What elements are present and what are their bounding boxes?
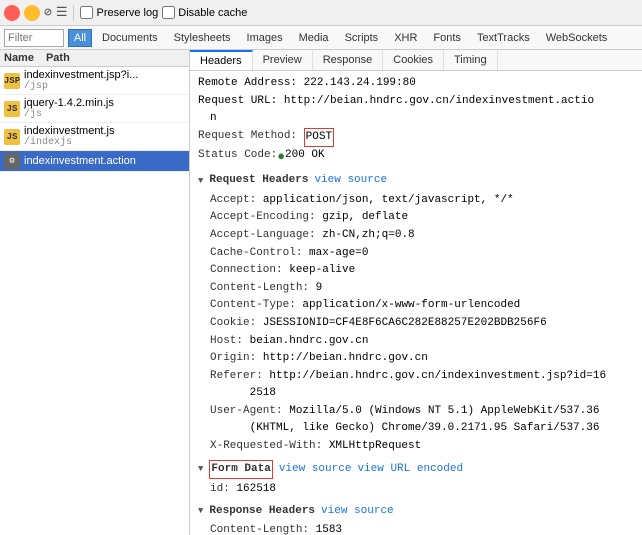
header-accept-encoding: Accept-Encoding: gzip, deflate <box>210 209 634 227</box>
tab-response[interactable]: Response <box>313 50 384 70</box>
tab-texttracks[interactable]: TextTracks <box>471 30 536 46</box>
remote-address: Remote Address: 222.143.24.199:80 <box>198 75 416 93</box>
file-list: Name Path JSP indexinvestment.jsp?i... /… <box>0 50 190 535</box>
header-cache-control: Cache-Control: max-age=0 <box>210 245 634 263</box>
response-headers-triangle: ▼ <box>198 504 203 518</box>
file-item-1[interactable]: JSP indexinvestment.jsp?i... /jsp <box>0 67 189 95</box>
preserve-log-checkbox[interactable]: Preserve log <box>80 6 158 19</box>
form-data-label: Form Data <box>211 463 270 475</box>
request-headers-content: Accept: application/json, text/javascrip… <box>198 192 634 456</box>
js-icon-2: JS <box>4 129 20 145</box>
header-connection: Connection: keep-alive <box>210 262 634 280</box>
tab-websockets[interactable]: WebSockets <box>540 30 614 46</box>
file-path-1: /jsp <box>24 81 138 92</box>
status-dot: ● <box>277 147 285 168</box>
request-url-cont: n <box>198 110 634 128</box>
separator <box>73 5 74 21</box>
file-item-3[interactable]: JS indexinvestment.js /indexjs <box>0 123 189 151</box>
tab-images[interactable]: Images <box>241 30 289 46</box>
detail-panel: Headers Preview Response Cookies Timing … <box>190 50 642 535</box>
header-x-requested-with: X-Requested-With: XMLHttpRequest <box>210 438 634 456</box>
request-method-value: POST <box>304 128 334 148</box>
action-icon: ⚙ <box>4 153 20 169</box>
tab-cookies[interactable]: Cookies <box>383 50 444 70</box>
header-referer: Referer: http://beian.hndrc.gov.cn/index… <box>210 368 634 403</box>
request-method-label: Request Method: <box>198 128 297 148</box>
detail-content: Remote Address: 222.143.24.199:80 Reques… <box>190 71 642 535</box>
form-data-triangle: ▼ <box>198 462 203 476</box>
status-code-label: Status Code: <box>198 147 277 168</box>
triangle-icon: ▼ <box>198 174 203 188</box>
tab-media[interactable]: Media <box>293 30 335 46</box>
form-data-id-label: id: <box>210 483 230 495</box>
header-origin: Origin: http://beian.hndrc.gov.cn <box>210 350 634 368</box>
file-path-2: /js <box>24 109 114 120</box>
status-code-row: Status Code: ● 200 OK <box>198 147 634 168</box>
header-accept: Accept: application/json, text/javascrip… <box>210 192 634 210</box>
file-item-4[interactable]: ⚙ indexinvestment.action <box>0 151 189 172</box>
col-name: Name <box>0 50 38 66</box>
tab-xhr[interactable]: XHR <box>388 30 423 46</box>
header-content-length: Content-Length: 9 <box>210 280 634 298</box>
form-data-link2[interactable]: view URL encoded <box>357 461 463 479</box>
close-button[interactable] <box>4 5 20 21</box>
minimize-button[interactable] <box>24 5 40 21</box>
status-code-value: 200 OK <box>285 147 325 168</box>
tab-stylesheets[interactable]: Stylesheets <box>168 30 237 46</box>
file-item-2[interactable]: JS jquery-1.4.2.min.js /js <box>0 95 189 123</box>
response-headers-content: Content-Length: 1583 Date: Wed, 24 Dec 2… <box>198 522 634 535</box>
response-headers-section: ▼ Response Headers view source <box>198 503 634 521</box>
tab-timing[interactable]: Timing <box>444 50 498 70</box>
form-data-id-row: id: 162518 <box>210 481 634 499</box>
response-headers-title: Response Headers <box>209 503 315 521</box>
tab-documents[interactable]: Documents <box>96 30 164 46</box>
request-headers-section: ▼ Request Headers view source <box>198 172 634 190</box>
toolbar: ⊘ ☰ Preserve log Disable cache <box>0 0 642 26</box>
resp-header-content-length: Content-Length: 1583 <box>210 522 634 535</box>
form-data-content: id: 162518 <box>198 481 634 499</box>
tab-fonts[interactable]: Fonts <box>427 30 467 46</box>
header-accept-language: Accept-Language: zh-CN,zh;q=0.8 <box>210 227 634 245</box>
remote-address-row: Remote Address: 222.143.24.199:80 <box>198 75 634 93</box>
disable-cache-label: Disable cache <box>178 7 247 19</box>
filter-bar: All Documents Stylesheets Images Media S… <box>0 26 642 50</box>
form-data-title: Form Data <box>209 460 272 480</box>
preserve-log-label: Preserve log <box>96 7 158 19</box>
main-area: Name Path JSP indexinvestment.jsp?i... /… <box>0 50 642 535</box>
file-name-4: indexinvestment.action <box>24 155 136 167</box>
jsp-icon: JSP <box>4 73 20 89</box>
form-data-section: ▼ Form Data view source view URL encoded <box>198 460 634 480</box>
file-name-3: indexinvestment.js <box>24 125 115 137</box>
file-list-header: Name Path <box>0 50 189 67</box>
header-host: Host: beian.hndrc.gov.cn <box>210 333 634 351</box>
response-headers-link[interactable]: view source <box>321 503 394 521</box>
header-content-type: Content-Type: application/x-www-form-url… <box>210 297 634 315</box>
header-cookie: Cookie: JSESSIONID=CF4E8F6CA6C282E88257E… <box>210 315 634 333</box>
tab-preview[interactable]: Preview <box>253 50 313 70</box>
col-path: Path <box>42 50 74 66</box>
detail-tabs: Headers Preview Response Cookies Timing <box>190 50 642 71</box>
request-url-row: Request URL: http://beian.hndrc.gov.cn/i… <box>198 93 634 111</box>
list-icon[interactable]: ☰ <box>56 5 68 20</box>
form-data-id-value: 162518 <box>236 483 276 495</box>
request-headers-title: Request Headers <box>209 172 308 190</box>
filter-icon[interactable]: ⊘ <box>44 5 52 20</box>
request-method-row: Request Method: POST <box>198 128 634 148</box>
all-filter-button[interactable]: All <box>68 29 92 47</box>
file-path-3: /indexjs <box>24 137 115 148</box>
form-data-link1[interactable]: view source <box>279 461 352 479</box>
header-user-agent: User-Agent: Mozilla/5.0 (Windows NT 5.1)… <box>210 403 634 438</box>
file-name-2: jquery-1.4.2.min.js <box>24 97 114 109</box>
request-headers-link[interactable]: view source <box>314 172 387 190</box>
filter-input[interactable] <box>4 29 64 47</box>
file-name-1: indexinvestment.jsp?i... <box>24 69 138 81</box>
disable-cache-checkbox[interactable]: Disable cache <box>162 6 247 19</box>
request-url: Request URL: http://beian.hndrc.gov.cn/i… <box>198 93 594 111</box>
tab-scripts[interactable]: Scripts <box>339 30 385 46</box>
request-method-text: POST <box>306 131 332 143</box>
tab-headers[interactable]: Headers <box>190 50 253 70</box>
js-icon-1: JS <box>4 101 20 117</box>
